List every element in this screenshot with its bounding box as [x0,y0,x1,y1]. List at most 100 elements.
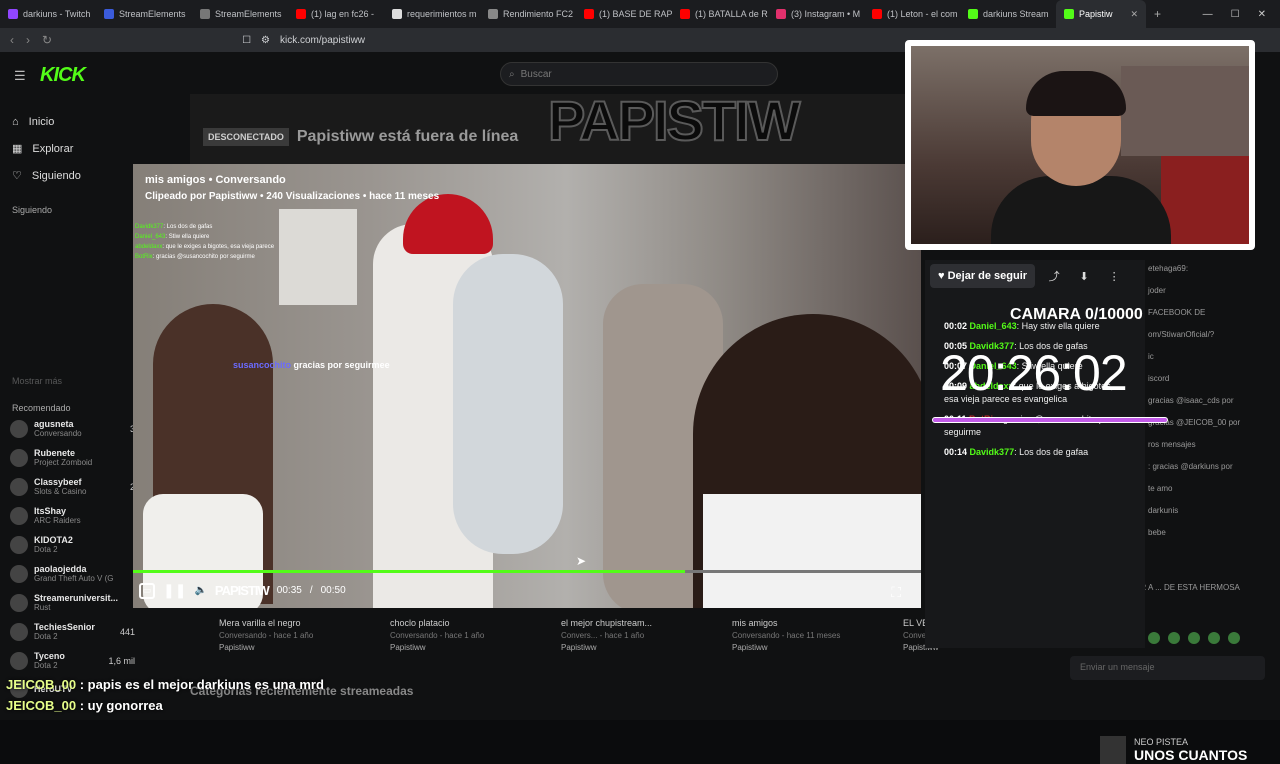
stream-overlay-chat: JEICOB_00 : papis es el mejor darkiuns e… [6,674,324,716]
menu-icon[interactable]: ☰ [14,68,26,84]
tab-favicon-icon [296,9,306,19]
offline-notice: DESCONECTADO Papistiww está fuera de lín… [203,128,518,146]
overlay-chat-line: JEICOB_00 : uy gonorrea [6,695,324,716]
tab-label: StreamElements [215,9,282,19]
browser-tab[interactable]: StreamElements [96,0,192,28]
url-text[interactable]: kick.com/papistiww [280,35,365,46]
avatar [10,419,28,438]
following-heading: Siguiendo [12,205,53,215]
clip-player[interactable]: mis amigos • Conversando Clipeado por Pa… [133,164,921,608]
browser-tab[interactable]: requerimientos m [384,0,480,28]
time-total: 00:50 [320,585,346,596]
nav-item-explorar[interactable]: ▦ Explorar [12,135,81,162]
clock-overlay: 20:26:02 [940,345,1128,401]
progress-fill [133,570,685,573]
tab-favicon-icon [680,9,690,19]
tab-favicon-icon [8,9,18,19]
close-tab-icon[interactable]: ✕ [1130,9,1138,20]
clip-card[interactable]: el mejor chupistream... Convers... - hace… [561,618,731,652]
nav-item-inicio[interactable]: ⌂ Inicio [12,108,81,135]
webcam-overlay [905,40,1255,250]
browser-tab[interactable]: Rendimiento FC2 [480,0,576,28]
channel-name: TechiesSenior [34,622,95,632]
recommended-channel[interactable]: paolaojedda Grand Theft Auto V (G [10,564,135,583]
browser-tab[interactable]: StreamElements [192,0,288,28]
search-input[interactable]: ⌕ Buscar [500,62,778,86]
channel-game: Dota 2 [34,545,58,554]
minimize-icon[interactable]: — [1203,9,1213,20]
close-window-icon[interactable]: ✕ [1258,9,1266,20]
clip-card[interactable]: Mera varilla el negro Conversando - hace … [219,618,389,652]
nav-icon: ♡ [12,170,22,182]
forward-icon[interactable]: › [26,33,30,47]
unfollow-label: Dejar de seguir [947,270,1028,282]
maximize-icon[interactable]: ☐ [1231,9,1240,20]
clip-card-title: choclo platacio [390,618,450,628]
browser-tab[interactable]: (1) lag en fc26 - [288,0,384,28]
site-info-icon[interactable]: ⚙ [261,35,270,46]
recommended-channel[interactable]: TechiesSenior Dota 2 441 [10,622,135,641]
recommended-channel[interactable]: ItsShay ARC Raiders [10,506,135,525]
browser-tab[interactable]: (1) Leton - el com [864,0,960,28]
browser-tab[interactable]: (1) BASE DE RAP [576,0,672,28]
recommended-channel[interactable]: Tyceno Dota 2 1,6 mil [10,651,135,670]
channel-game: Slots & Casino [34,487,87,496]
pip-icon[interactable]: ▭ [139,582,155,599]
alert-avatar [1100,736,1126,764]
avatar [10,535,28,554]
clip-title: mis amigos • Conversando [145,174,286,186]
background-chat-line: bebe [1148,528,1166,537]
back-icon[interactable]: ‹ [10,33,14,47]
recommended-channel[interactable]: KIDOTA2 Dota 2 [10,535,135,554]
download-icon[interactable]: ⬇ [1073,265,1095,287]
tab-favicon-icon [488,9,498,19]
browser-tab[interactable]: darkiuns - Twitch [0,0,96,28]
overlay-chat-line: JEICOB_00 : papis es el mejor darkiuns e… [6,674,324,695]
nav-item-siguiendo[interactable]: ♡ Siguiendo [12,162,81,189]
tab-favicon-icon [872,9,882,19]
send-message-input[interactable]: Enviar un mensaje [1070,656,1265,680]
share-icon[interactable]: ⤴ [1043,265,1065,287]
clip-card[interactable]: choclo platacio Conversando - hace 1 año P… [390,618,560,652]
tab-favicon-icon [1064,9,1074,19]
pause-icon[interactable]: ❚❚ [163,582,186,599]
clip-overlay-message: susancochito gracias por seguirmee [233,360,390,370]
more-icon[interactable]: ⋮ [1103,265,1125,287]
tab-label: (1) BATALLA de R [695,9,768,19]
progress-bar[interactable] [133,570,921,573]
mini-chat-line: Daniel_643: Stiw ella quiere [135,232,274,242]
recommended-channel[interactable]: ClassybeefSlots & Casino2 [10,477,135,496]
chat-message: 00:14 Davidk377: Los dos de gafaa [944,446,1124,459]
browser-tab[interactable]: (1) BATALLA de R [672,0,768,28]
clip-card-meta: Conversando - hace 1 año [390,631,485,640]
channel-name: agusneta [34,419,74,429]
fullscreen-icon[interactable]: ⛶ [891,584,901,601]
show-more-link[interactable]: Mostrar más [12,376,62,386]
unfollow-button[interactable]: ♥ Dejar de seguir [930,264,1036,288]
volume-icon[interactable]: 🔈 [194,585,206,596]
background-chat-line: om/StiwanOficial/? [1148,330,1215,339]
channel-name: Classybeef [34,477,82,487]
mini-chat-line: Davidk377: Los dos de gafas [135,222,274,232]
mini-chat-user: Daniel_643 [135,234,166,240]
channel-game: Dota 2 [34,661,58,670]
kick-logo[interactable]: KICK [40,64,86,87]
viewer-count: 441 [119,626,135,637]
reload-icon[interactable]: ↻ [42,33,52,47]
channel-game: Conversando [34,429,82,438]
clip-card-meta: Conversando - hace 11 meses [732,631,841,640]
recommended-channel[interactable]: Streameruniversit... Rust [10,593,135,612]
browser-tab[interactable]: Papistiw ✕ [1056,0,1146,28]
browser-tab[interactable]: darkiuns Stream [960,0,1056,28]
channel-name: Rubenete [34,448,76,458]
new-tab-icon[interactable]: + [1146,7,1169,21]
recommended-channel[interactable]: Rubenete Project Zomboid [10,448,135,467]
clip-card[interactable]: mis amigos Conversando - hace 11 meses Pap… [732,618,902,652]
browser-tab[interactable]: (3) Instagram • M [768,0,864,28]
search-icon: ⌕ [509,68,515,80]
background-chat-line: gracias @isaac_cds por [1148,396,1234,405]
background-chat-line: : gracias @darkiuns por [1148,462,1233,471]
mouse-cursor-icon: ➤ [576,554,587,568]
bookmark-icon[interactable]: ☐ [242,35,251,46]
recommended-channel[interactable]: agusnetaConversando3 [10,419,135,438]
